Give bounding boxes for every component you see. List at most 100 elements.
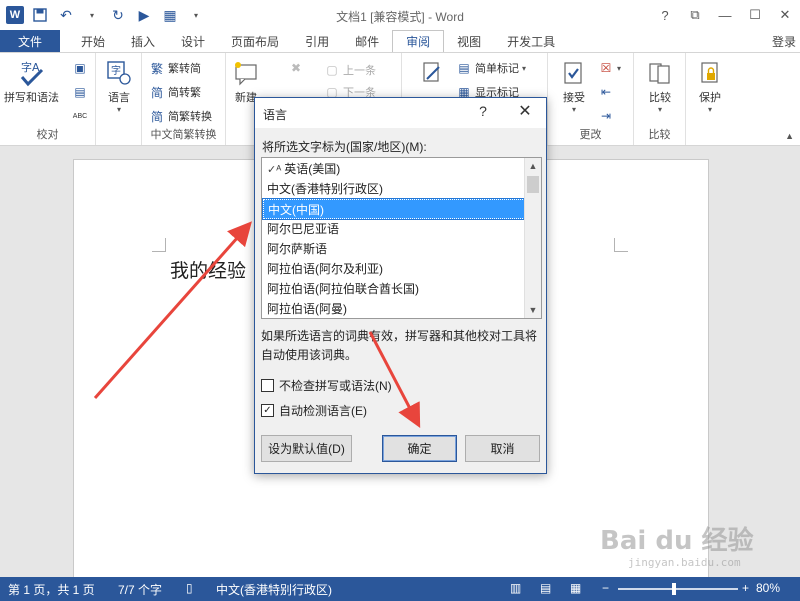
previous-comment-button[interactable]: ▢ 上一条 <box>324 61 376 79</box>
tab-page-layout[interactable]: 页面布局 <box>218 30 292 52</box>
delete-comment-button[interactable]: ✖ <box>288 59 304 77</box>
language-list-scrollbar[interactable]: ▲ ▼ <box>524 158 541 318</box>
tab-review[interactable]: 审阅 <box>392 30 445 52</box>
language-option-label: 阿尔巴尼亚语 <box>267 222 340 236</box>
baidu-watermark: Bai du 经验 <box>600 526 754 556</box>
conversion-char-icon: 简 <box>150 109 163 124</box>
auto-detect-checkbox-row[interactable]: ✓ 自动检测语言(E) <box>261 402 367 419</box>
spell-check-icon: ✓ᴬ <box>267 164 282 176</box>
zoom-out-icon[interactable]: − <box>602 581 609 595</box>
spelling-grammar-button[interactable]: 字A 拼写和语法 <box>4 57 59 105</box>
protect-label: 保护 <box>699 92 721 104</box>
zoom-in-icon[interactable]: + <box>742 581 749 595</box>
scroll-down-icon[interactable]: ▼ <box>525 302 541 318</box>
scroll-thumb[interactable] <box>527 176 539 193</box>
dialog-help-icon[interactable]: ? <box>473 103 493 119</box>
track-changes-button[interactable] <box>416 57 448 89</box>
thesaurus-button[interactable]: ▤ <box>72 83 88 101</box>
next-change-button[interactable]: ⇥ <box>598 107 614 125</box>
tab-view[interactable]: 视图 <box>444 30 494 52</box>
group-chinese-conversion: 繁 繁转简 简 简转繁 简 简繁转换 中文简繁转换 <box>142 53 226 145</box>
word-count-button[interactable]: ABC <box>72 107 88 125</box>
group-changes: 接受 ▾ ☒ ▾ ⇤ ⇥ 更改 <box>548 53 634 145</box>
group-chinese-conversion-label: 中文简繁转换 <box>150 129 217 141</box>
status-page-count[interactable]: 第 1 页，共 1 页 <box>8 581 95 598</box>
accept-icon <box>558 57 590 89</box>
margin-mark-top-left <box>152 238 166 252</box>
language-option[interactable]: 阿拉伯语(阿尔及利亚) <box>263 259 527 279</box>
status-language[interactable]: 中文(香港特别行政区) <box>216 581 332 598</box>
tab-developer[interactable]: 开发工具 <box>494 30 568 52</box>
research-button[interactable]: ▣ <box>72 59 88 77</box>
language-option-label: 中文(香港特别行政区) <box>267 182 383 196</box>
scroll-up-icon[interactable]: ▲ <box>525 158 541 174</box>
delete-comment-icon: ✖ <box>290 61 302 75</box>
no-proofing-checkbox[interactable] <box>261 379 274 392</box>
simple-markup-dropdown[interactable]: ▤ 简单标记 ▾ <box>456 59 526 77</box>
accept-button[interactable]: 接受 ▾ <box>558 57 590 114</box>
no-proofing-checkbox-row[interactable]: 不检查拼写或语法(N) <box>261 377 392 394</box>
language-button[interactable]: 字 语言 ▾ <box>103 57 135 114</box>
language-listbox[interactable]: ✓ᴬ 英语(美国) 中文(香港特别行政区) 中文(中国) 阿尔巴尼亚语 阿尔萨斯语… <box>261 157 542 319</box>
compare-button[interactable]: 比较 ▾ <box>644 57 676 114</box>
document-text[interactable]: 我的经验 <box>170 256 246 283</box>
reject-button[interactable]: ☒ ▾ <box>598 59 621 77</box>
print-layout-icon[interactable]: ▤ <box>540 581 551 595</box>
help-icon[interactable]: ? <box>650 0 680 30</box>
read-mode-icon[interactable]: ▥ <box>510 581 521 595</box>
language-list-label: 将所选文字标为(国家/地区)(M): <box>262 140 427 154</box>
cancel-button[interactable]: 取消 <box>465 435 540 462</box>
web-layout-icon[interactable]: ▦ <box>570 581 581 595</box>
spelling-grammar-label: 拼写和语法 <box>4 92 59 104</box>
margin-mark-top-right <box>614 238 628 252</box>
group-proofing-label: 校对 <box>36 129 59 141</box>
ok-button[interactable]: 确定 <box>382 435 457 462</box>
zoom-slider[interactable] <box>618 588 738 590</box>
zoom-slider-thumb[interactable] <box>672 583 676 595</box>
auto-detect-checkbox[interactable]: ✓ <box>261 404 274 417</box>
language-option-label: 中文(中国) <box>268 203 324 217</box>
previous-change-button[interactable]: ⇤ <box>598 83 614 101</box>
simplified-to-traditional-button[interactable]: 简 简转繁 <box>149 83 201 101</box>
tab-home[interactable]: 开始 <box>68 30 118 52</box>
maximize-icon[interactable]: ☐ <box>740 0 770 30</box>
previous-comment-icon: ▢ <box>326 63 338 77</box>
dialog-close-icon[interactable]: ✕ <box>513 101 537 121</box>
collapse-ribbon-icon[interactable]: ▲ <box>785 131 794 141</box>
language-option[interactable]: ✓ᴬ 英语(美国) <box>263 159 527 179</box>
ribbon-display-icon[interactable]: ⧉ <box>680 0 710 30</box>
language-dropdown-icon: ▾ <box>116 105 121 114</box>
compare-label: 比较 <box>649 92 671 104</box>
protect-button[interactable]: 保护 ▾ <box>694 57 726 114</box>
language-option[interactable]: 阿尔巴尼亚语 <box>263 219 527 239</box>
status-bar: 第 1 页，共 1 页 7/7 个字 ▯ 中文(香港特别行政区) ▥ ▤ ▦ −… <box>0 577 800 601</box>
close-window-icon[interactable]: ✕ <box>770 0 800 30</box>
traditional-to-simplified-button[interactable]: 繁 繁转简 <box>149 59 201 77</box>
minimize-icon[interactable]: — <box>710 0 740 30</box>
zoom-level[interactable]: 80% <box>756 581 780 595</box>
language-option[interactable]: 阿尔萨斯语 <box>263 239 527 259</box>
tab-references[interactable]: 引用 <box>292 30 342 52</box>
spelling-check-icon: 字A <box>16 57 48 89</box>
login-link[interactable]: 登录 <box>772 33 796 50</box>
chinese-conversion-button[interactable]: 简 简繁转换 <box>149 107 212 125</box>
tab-insert[interactable]: 插入 <box>118 30 168 52</box>
ribbon-tabs: 开始 插入 设计 页面布局 引用 邮件 审阅 视图 开发工具 <box>68 30 568 52</box>
new-comment-icon <box>230 57 262 89</box>
svg-text:字: 字 <box>111 64 121 77</box>
previous-comment-label: 上一条 <box>343 65 376 77</box>
language-option[interactable]: 中文(香港特别行政区) <box>263 179 527 199</box>
baidu-watermark-url: jingyan.baidu.com <box>628 556 741 569</box>
status-word-count[interactable]: 7/7 个字 <box>118 581 162 598</box>
language-option[interactable]: 阿拉伯语(阿拉伯联合酋长国) <box>263 279 527 299</box>
language-option-selected[interactable]: 中文(中国) <box>262 198 528 220</box>
group-language: 字 语言 ▾ <box>96 53 142 145</box>
accept-label: 接受 <box>563 92 585 104</box>
language-option[interactable]: 阿拉伯语(阿曼) <box>263 299 527 319</box>
tab-mailings[interactable]: 邮件 <box>342 30 392 52</box>
proofing-status-icon[interactable]: ▯ <box>186 581 193 595</box>
set-default-button[interactable]: 设为默认值(D) <box>261 435 352 462</box>
tab-design[interactable]: 设计 <box>168 30 218 52</box>
language-option-label: 阿尔萨斯语 <box>267 242 328 256</box>
tab-file[interactable]: 文件 <box>0 30 60 52</box>
